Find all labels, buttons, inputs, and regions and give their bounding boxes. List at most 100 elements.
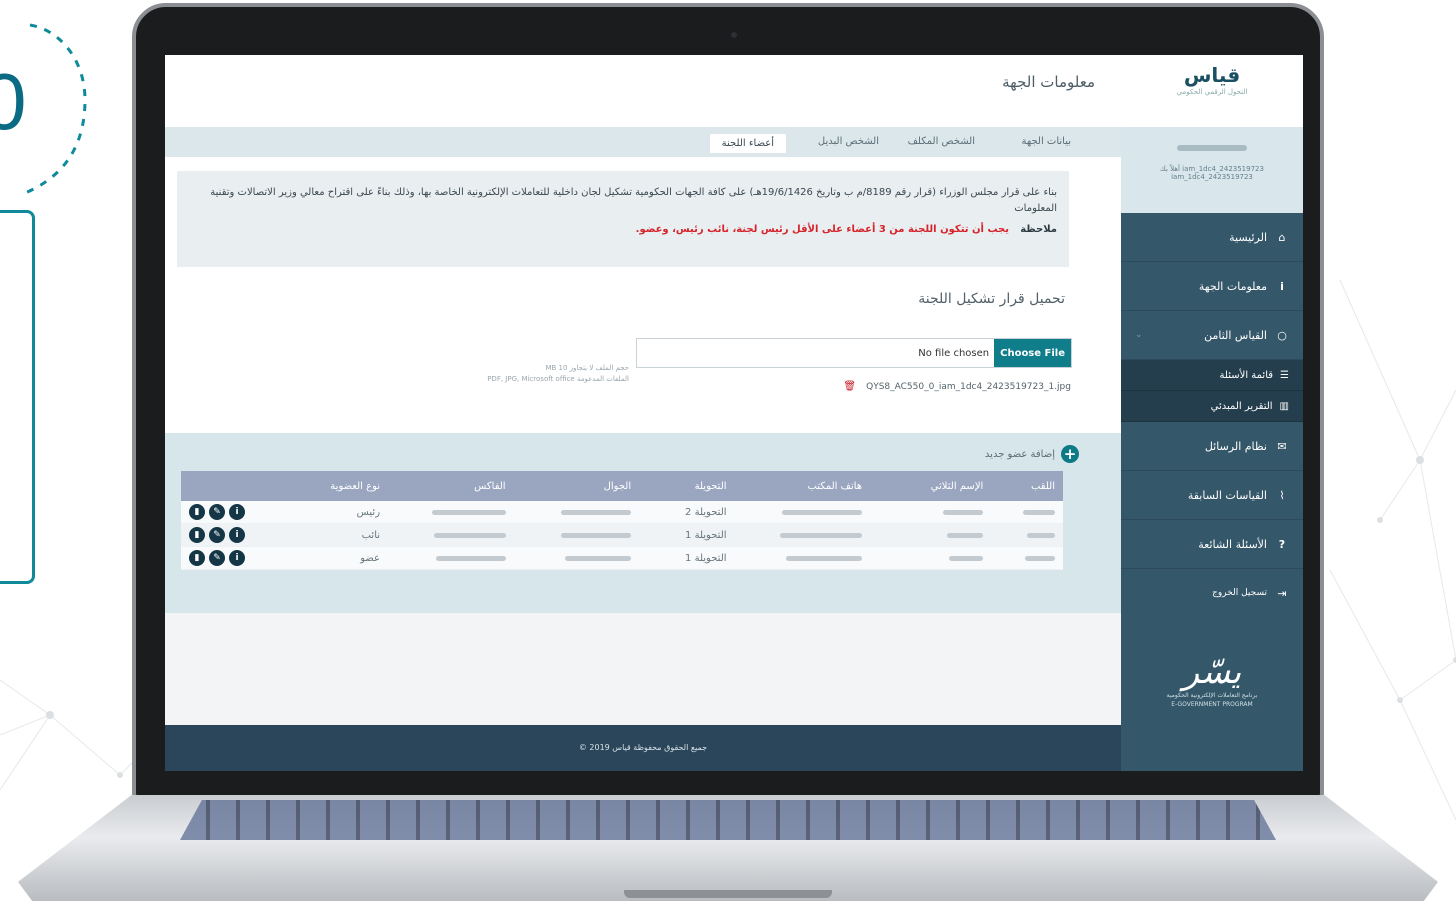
plus-icon: +	[1061, 445, 1079, 463]
tab-entity-data[interactable]: بيانات الجهة	[1021, 136, 1071, 147]
ext-cell: التحويلة 1	[639, 523, 735, 547]
table-row: التحويلة 1 نائب ▮ ✎ i	[181, 523, 1063, 547]
sidebar-item-label: تسجيل الخروج	[1212, 588, 1267, 598]
yesser-signature: يسّر	[1182, 652, 1242, 693]
info-icon: i	[1280, 279, 1284, 293]
main-content: معلومات الجهة بيانات الجهة الشخص المكلف …	[165, 55, 1121, 771]
sidebar-item-questions-list[interactable]: قائمة الأسئلة ☰	[1121, 360, 1303, 391]
blurred-cell	[1027, 532, 1055, 538]
trash-icon[interactable]: 🗑	[843, 381, 856, 392]
sidebar: قياس التحول الرقمي الحكومي أهلاً بك iam_…	[1121, 55, 1303, 771]
egov-program-logo: يسّر برنامج التعاملات الإلكترونية الحكوم…	[1121, 652, 1303, 709]
sidebar-item-logout[interactable]: تسجيل الخروج ⇥	[1121, 569, 1303, 617]
members-table: اللقب الإسم الثلاثي هاتف المكتب التحويلة…	[181, 471, 1063, 570]
line-chart-icon: ⌇	[1279, 488, 1285, 502]
sidebar-item-home[interactable]: الرئيسية ⌂	[1121, 213, 1303, 262]
edit-icon[interactable]: ✎	[209, 527, 225, 543]
sidebar-item-label: القياس الثامن	[1204, 328, 1267, 342]
members-section: + إضافة عضو جديد اللقب الإسم الثلاثي هات…	[165, 433, 1121, 613]
membership-cell: عضو	[253, 546, 389, 570]
upload-size-hint: حجم الملف لا يتجاوز 10 MB	[545, 364, 629, 372]
program-english: E-GOVERNMENT PROGRAM	[1171, 700, 1253, 708]
tab-committee-members[interactable]: أعضاء اللجنة	[708, 133, 787, 153]
sidebar-item-label: نظام الرسائل	[1204, 439, 1267, 453]
logo-word: قياس	[1183, 63, 1241, 87]
blurred-cell	[561, 509, 632, 515]
blurred-cell	[949, 555, 984, 561]
sidebar-item-eighth-measurement[interactable]: ⌄ القياس الثامن ○	[1121, 311, 1303, 360]
info-icon[interactable]: i	[229, 550, 245, 566]
info-icon[interactable]: i	[229, 504, 245, 520]
sidebar-item-entity-info[interactable]: معلومات الجهة i	[1121, 262, 1303, 311]
delete-icon[interactable]: ▮	[189, 527, 205, 543]
tab-alternate-person[interactable]: الشخص البديل	[818, 136, 879, 147]
upload-title: تحميل قرار تشكيل اللجنة	[918, 291, 1065, 307]
column-header: الفاكس	[388, 471, 514, 501]
notice-warning-row: ملاحظة يجب أن تتكون اللجنة من 3 أعضاء عل…	[189, 222, 1057, 238]
row-actions: ▮ ✎ i	[189, 527, 245, 543]
committee-panel: بناء على قرار مجلس الوزراء (قرار رقم 818…	[165, 157, 1121, 433]
step-number: 0	[0, 57, 27, 146]
logo[interactable]: قياس التحول الرقمي الحكومي	[1121, 55, 1303, 127]
blurred-cell	[947, 532, 984, 538]
uploaded-file-name[interactable]: QYS8_AC550_0_iam_1dc4_2423519723_1.jpg	[866, 382, 1071, 392]
column-header: الإسم الثلاثي	[870, 471, 992, 501]
circle-icon: ○	[1277, 328, 1287, 342]
row-actions: ▮ ✎ i	[189, 504, 245, 520]
step-frame	[0, 210, 35, 584]
blurred-cell	[431, 509, 506, 515]
table-row: التحويلة 1 عضو ▮ ✎ i	[181, 546, 1063, 570]
program-arabic: برنامج التعاملات الإلكترونية الحكومية	[1166, 692, 1258, 700]
column-header: التحويلة	[639, 471, 735, 501]
uploaded-file-row: QYS8_AC550_0_iam_1dc4_2423519723_1.jpg 🗑	[843, 381, 1071, 392]
tab-assigned-person[interactable]: الشخص المكلف	[908, 136, 975, 147]
ext-cell: التحويلة 2	[639, 501, 735, 524]
column-header	[181, 471, 253, 501]
sidebar-item-initial-report[interactable]: التقرير المبدئي ▥	[1121, 391, 1303, 422]
user-greeting: أهلاً بك iam_1dc4_2423519723	[1160, 165, 1264, 173]
user-id: iam_1dc4_2423519723	[1171, 173, 1253, 181]
sidebar-item-previous-measurements[interactable]: القياسات السابقة ⌇	[1121, 471, 1303, 520]
list-icon: ☰	[1280, 369, 1289, 381]
choose-file-button[interactable]: Choose File	[994, 339, 1071, 367]
blurred-cell	[943, 509, 984, 515]
blurred-cell	[782, 509, 863, 515]
logo-tagline: التحول الرقمي الحكومي	[1176, 88, 1248, 96]
file-input[interactable]: Choose File No file chosen	[636, 338, 1072, 368]
chevron-down-icon: ⌄	[1135, 330, 1143, 340]
logout-icon: ⇥	[1277, 586, 1287, 600]
add-member-button[interactable]: + إضافة عضو جديد	[985, 445, 1079, 463]
laptop-screen: قياس التحول الرقمي الحكومي أهلاً بك iam_…	[165, 55, 1303, 771]
footer: جميع الحقوق محفوظة قياس 2019 ©	[165, 725, 1121, 771]
sidebar-nav: الرئيسية ⌂ معلومات الجهة i ⌄ القياس الثامن ○…	[1121, 213, 1303, 617]
blurred-cell	[1025, 555, 1055, 561]
column-header: الجوال	[513, 471, 640, 501]
tabs-bar: بيانات الجهة الشخص المكلف الشخص البديل أ…	[165, 127, 1121, 157]
sidebar-item-label: التقرير المبدئي	[1210, 400, 1273, 412]
edit-icon[interactable]: ✎	[209, 550, 225, 566]
delete-icon[interactable]: ▮	[189, 504, 205, 520]
blurred-cell	[1023, 509, 1055, 515]
keyboard-reflection	[180, 800, 1276, 840]
blurred-cell	[435, 555, 506, 561]
blurred-cell	[565, 555, 632, 561]
blurred-cell	[561, 532, 632, 538]
sidebar-item-messages[interactable]: نظام الرسائل ✉	[1121, 422, 1303, 471]
user-name-blurred	[1177, 145, 1247, 151]
question-icon: ?	[1278, 537, 1286, 551]
warning-text: يجب أن تتكون اللجنة من 3 أعضاء على الأقل…	[635, 224, 1010, 235]
blurred-cell	[780, 532, 863, 538]
add-member-label: إضافة عضو جديد	[984, 448, 1055, 460]
sidebar-item-label: معلومات الجهة	[1198, 279, 1267, 293]
info-icon[interactable]: i	[229, 527, 245, 543]
delete-icon[interactable]: ▮	[189, 550, 205, 566]
edit-icon[interactable]: ✎	[209, 504, 225, 520]
camera-icon	[731, 32, 737, 38]
mail-icon: ✉	[1277, 439, 1287, 453]
column-header: نوع العضوية	[253, 471, 389, 501]
sidebar-item-faq[interactable]: الأسئلة الشائعة?	[1121, 520, 1303, 569]
note-label: ملاحظة	[1020, 224, 1057, 235]
sidebar-item-label: قائمة الأسئلة	[1219, 369, 1274, 381]
upload-types-hint: الملفات المدعومة PDF, JPG, Microsoft off…	[487, 374, 629, 383]
top-bar: معلومات الجهة	[165, 55, 1121, 127]
